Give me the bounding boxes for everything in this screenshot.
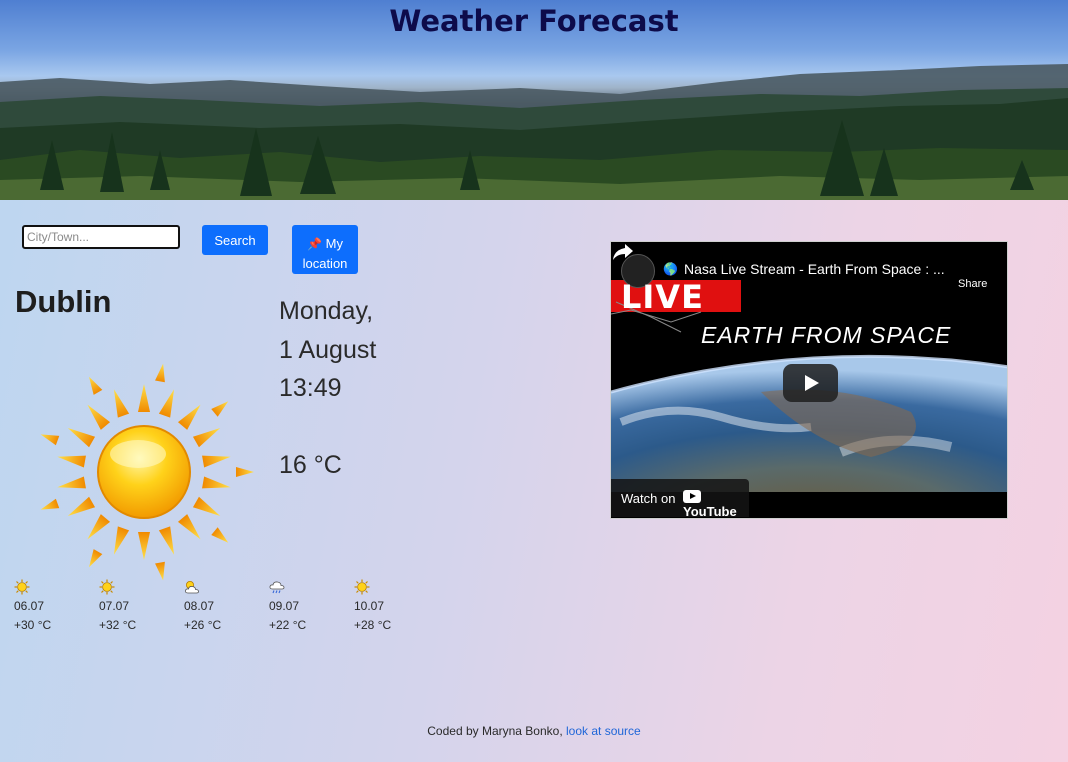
youtube-wordmark: YouTube [683, 504, 737, 519]
forecast-temp: +26 °C [184, 618, 222, 632]
rain-cloud-icon [269, 581, 285, 594]
forecast-day: 07.07 +32 °C [99, 579, 169, 632]
app-title: Weather Forecast [389, 4, 679, 38]
forecast-date: 10.07 [354, 599, 385, 613]
forecast-date: 06.07 [14, 599, 45, 613]
youtube-video-embed[interactable]: 🌎 Nasa Live Stream - Earth From Space : … [610, 241, 1008, 519]
sun-icon [99, 579, 115, 595]
live-label: LIVE [621, 278, 704, 316]
forecast-date: 09.07 [269, 599, 300, 613]
forecast-day: 10.07 +28 °C [354, 579, 424, 632]
weekday: Monday, [279, 297, 374, 325]
time: 13:49 [279, 374, 342, 402]
sun-icon [40, 363, 254, 581]
forecast-day: 06.07 +30 °C [14, 579, 84, 632]
source-link[interactable]: look at source [566, 724, 641, 738]
forecast-temp: +22 °C [269, 618, 307, 632]
watch-on-youtube-button[interactable]: Watch on YouTube [611, 479, 749, 519]
forecast-date: 08.07 [184, 599, 215, 613]
globe-icon: 🌎 [663, 262, 678, 276]
current-temperature: 16 °C [279, 451, 342, 479]
forecast-temp: +30 °C [14, 618, 52, 632]
forecast-day: 09.07 +22 °C [269, 579, 339, 632]
share-label[interactable]: Share [958, 278, 987, 290]
pushpin-icon: 📌 [307, 236, 322, 251]
search-button[interactable]: Search [202, 225, 268, 255]
forecast-day: 08.07 +26 °C [184, 579, 254, 632]
footer: Coded by Maryna Bonko, look at source [0, 724, 1068, 738]
youtube-play-icon [683, 490, 701, 503]
forecast-date: 07.07 [99, 599, 130, 613]
play-button[interactable] [783, 364, 838, 402]
city-search-input[interactable] [22, 225, 180, 249]
my-location-button[interactable]: 📌 My location [292, 225, 358, 274]
earth-from-space-label: EARTH FROM SPACE [701, 322, 952, 348]
watch-on-label: Watch on [621, 491, 676, 506]
partly-cloudy-icon [185, 581, 199, 594]
forecast-temp: +32 °C [99, 618, 137, 632]
date: 1 August [279, 335, 377, 364]
header-banner: Weather Forecast [0, 0, 1068, 200]
sun-icon [354, 579, 370, 595]
date-time-block: Monday, 1 August 13:49 [279, 292, 376, 408]
footer-credit: Coded by Maryna Bonko, [427, 724, 563, 738]
youtube-logo: YouTube [683, 489, 749, 519]
city-name: Dublin [15, 284, 112, 319]
share-icon[interactable] [611, 242, 635, 262]
sun-icon [14, 579, 30, 595]
video-title[interactable]: Nasa Live Stream - Earth From Space : ..… [684, 261, 954, 277]
forecast-temp: +28 °C [354, 618, 392, 632]
